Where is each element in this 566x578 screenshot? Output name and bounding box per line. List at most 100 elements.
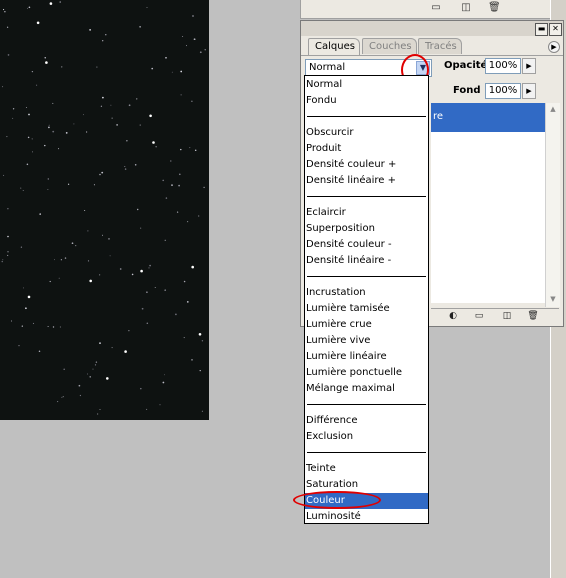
star	[131, 273, 134, 276]
star	[170, 160, 172, 162]
star	[102, 96, 104, 99]
star	[164, 239, 166, 241]
star	[27, 295, 31, 299]
dropdown-item[interactable]: Obscurcir	[305, 125, 428, 141]
star	[65, 132, 68, 134]
dropdown-item[interactable]: Superposition	[305, 221, 428, 237]
new-layer-icon[interactable]: ◫	[501, 311, 513, 322]
tab-couches[interactable]: Couches	[362, 38, 417, 54]
star	[149, 114, 152, 118]
star	[105, 34, 107, 36]
star	[94, 364, 97, 366]
dropdown-separator	[307, 452, 426, 453]
star	[140, 227, 142, 229]
opacity-input[interactable]: 100%	[485, 58, 521, 74]
dropdown-item[interactable]: Lumière ponctuelle	[305, 365, 428, 381]
fill-input[interactable]: 100%	[485, 83, 521, 99]
star	[139, 26, 141, 28]
star	[164, 374, 166, 376]
star	[6, 26, 9, 28]
star	[25, 307, 27, 310]
star	[155, 146, 157, 148]
star	[146, 7, 148, 9]
layer-list-scrollbar[interactable]: ▲ ▼	[545, 103, 560, 307]
dropdown-item[interactable]: Densité linéaire -	[305, 253, 428, 269]
dropdown-item[interactable]: Incrustation	[305, 285, 428, 301]
dropdown-item[interactable]: Densité couleur +	[305, 157, 428, 173]
delete-icon[interactable]: 🗑	[488, 3, 501, 13]
star	[96, 66, 98, 68]
star	[12, 117, 14, 119]
dropdown-item[interactable]: Normal	[305, 77, 428, 93]
star	[110, 104, 112, 106]
star	[198, 215, 200, 217]
star	[7, 208, 9, 210]
star	[154, 287, 156, 289]
dropdown-item[interactable]: Densité linéaire +	[305, 173, 428, 189]
close-icon[interactable]: ✕	[549, 23, 562, 36]
opacity-slider-arrow-icon[interactable]: ▶	[522, 58, 536, 74]
dropdown-separator	[307, 404, 426, 405]
star	[201, 340, 204, 342]
dropdown-item[interactable]: Mélange maximal	[305, 381, 428, 397]
star	[97, 413, 99, 415]
star	[87, 230, 89, 232]
star	[67, 183, 70, 185]
dropdown-item[interactable]: Exclusion	[305, 429, 428, 445]
dropdown-item[interactable]: Teinte	[305, 461, 428, 477]
dropdown-separator	[307, 196, 426, 197]
dropdown-item[interactable]: Lumière crue	[305, 317, 428, 333]
star	[61, 396, 63, 398]
scroll-down-icon[interactable]: ▼	[546, 293, 560, 305]
star	[59, 1, 61, 3]
star	[84, 210, 86, 211]
star	[102, 40, 104, 42]
adjustment-layer-icon[interactable]: ◐	[447, 311, 459, 322]
star	[109, 255, 111, 257]
folder-icon[interactable]: ▭	[473, 311, 485, 322]
dropdown-item[interactable]: Différence	[305, 413, 428, 429]
dropdown-item[interactable]: Eclaircir	[305, 205, 428, 221]
new-item-icon[interactable]: ◫	[460, 3, 472, 13]
star	[162, 381, 165, 384]
dropdown-item[interactable]: Produit	[305, 141, 428, 157]
dropdown-item[interactable]: Luminosité	[305, 509, 428, 525]
dropdown-item[interactable]: Lumière vive	[305, 333, 428, 349]
star	[204, 49, 206, 51]
star	[10, 320, 13, 322]
panel-menu-arrow-icon[interactable]: ▶	[548, 41, 560, 53]
star	[45, 61, 48, 64]
tab-traces[interactable]: Tracés	[418, 38, 462, 54]
trash-icon[interactable]: 🗑	[527, 311, 539, 322]
dropdown-item[interactable]: Lumière linéaire	[305, 349, 428, 365]
fill-slider-arrow-icon[interactable]: ▶	[522, 83, 536, 99]
star	[4, 11, 6, 13]
dropdown-item[interactable]: Lumière tamisée	[305, 301, 428, 317]
trash-icon[interactable]: ▭	[430, 3, 442, 13]
scroll-up-icon[interactable]: ▲	[546, 103, 560, 115]
layers-bottom-bar: ◐ ▭ ◫ 🗑	[431, 308, 559, 325]
star	[89, 279, 92, 283]
star	[99, 408, 101, 410]
minimize-icon[interactable]: ▬	[535, 23, 548, 36]
star	[89, 29, 91, 31]
star	[146, 408, 148, 410]
panel-title-bar[interactable]: ▬ ✕	[301, 21, 563, 36]
star	[52, 102, 54, 104]
star	[140, 269, 143, 273]
star	[116, 124, 118, 126]
layer-row-selected[interactable]: re	[431, 103, 545, 132]
star	[60, 259, 63, 261]
star	[54, 259, 56, 261]
tab-calques[interactable]: Calques	[308, 38, 360, 55]
star	[151, 67, 154, 70]
star	[176, 211, 179, 213]
star	[2, 259, 4, 261]
star	[201, 410, 203, 412]
dropdown-item[interactable]: Densité couleur -	[305, 237, 428, 253]
star	[27, 136, 30, 139]
dropdown-item[interactable]: Fondu	[305, 93, 428, 109]
star	[27, 7, 28, 9]
star	[99, 274, 101, 276]
star	[7, 235, 9, 238]
